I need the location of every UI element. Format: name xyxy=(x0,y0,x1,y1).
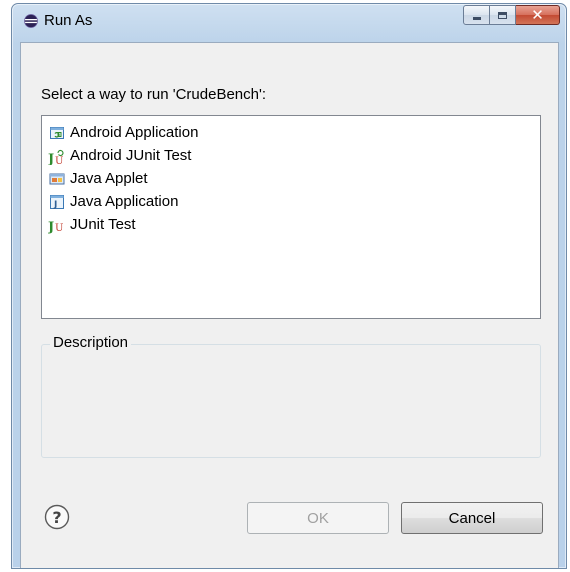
android-junit-icon: J U xyxy=(48,147,66,165)
svg-text:?: ? xyxy=(52,508,61,527)
svg-text:J: J xyxy=(53,200,57,210)
list-item-android-junit-test[interactable]: J U Android JUnit Test xyxy=(42,144,540,167)
junit-icon: J U xyxy=(48,216,66,234)
list-item-label: JUnit Test xyxy=(70,216,136,233)
run-as-dialog: Run As ✕ Select a way to run 'CrudeBench… xyxy=(11,3,567,569)
ok-button[interactable]: OK xyxy=(247,502,389,534)
eclipse-icon xyxy=(24,14,38,28)
maximize-button[interactable] xyxy=(490,5,516,25)
svg-text:U: U xyxy=(55,156,63,165)
java-application-icon: J xyxy=(48,193,66,211)
svg-text:J: J xyxy=(48,152,54,165)
launch-options-list[interactable]: Android Application J U Android JUnit Te… xyxy=(41,115,541,319)
dialog-body: Select a way to run 'CrudeBench': Androi… xyxy=(20,42,559,568)
list-item-label: Android JUnit Test xyxy=(70,147,192,164)
list-item-android-application[interactable]: Android Application xyxy=(42,121,540,144)
svg-text:J: J xyxy=(48,220,54,234)
list-item-java-application[interactable]: J Java Application xyxy=(42,190,540,213)
description-label: Description xyxy=(50,334,132,351)
list-item-java-applet[interactable]: Java Applet xyxy=(42,167,540,190)
window-controls: ✕ xyxy=(463,5,560,25)
title-bar[interactable]: Run As ✕ xyxy=(12,4,566,34)
close-icon: ✕ xyxy=(531,5,544,24)
window-title: Run As xyxy=(44,12,93,29)
prompt-label: Select a way to run 'CrudeBench': xyxy=(41,86,267,103)
cancel-button[interactable]: Cancel xyxy=(401,502,543,534)
list-item-junit-test[interactable]: J U JUnit Test xyxy=(42,213,540,236)
list-item-label: Java Application xyxy=(70,193,179,210)
android-application-icon xyxy=(48,124,66,142)
close-button[interactable]: ✕ xyxy=(516,5,560,25)
minimize-button[interactable] xyxy=(463,5,490,25)
list-item-label: Java Applet xyxy=(70,170,148,187)
java-applet-icon xyxy=(48,170,66,188)
svg-text:U: U xyxy=(55,223,63,234)
description-group: Description xyxy=(41,334,541,458)
help-icon[interactable]: ? xyxy=(44,504,70,530)
minimize-icon xyxy=(472,16,481,20)
maximize-icon xyxy=(498,11,507,19)
list-item-label: Android Application xyxy=(70,124,199,141)
